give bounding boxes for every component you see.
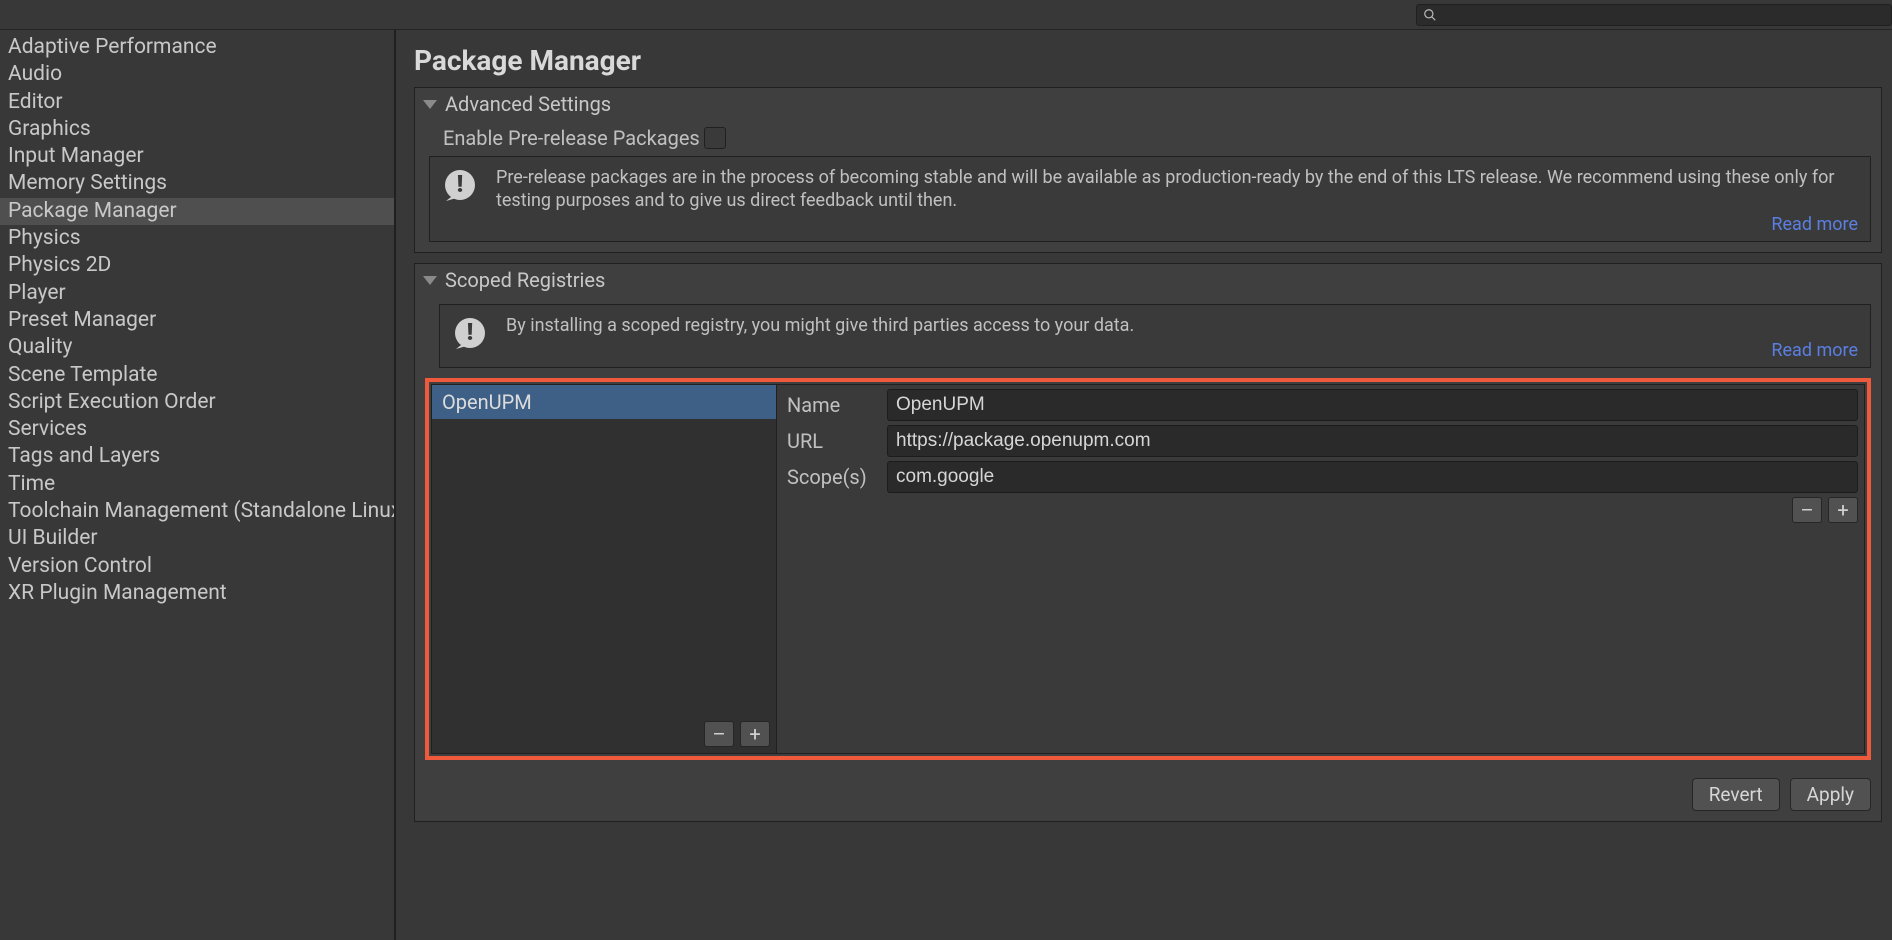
sidebar-item-services[interactable]: Services <box>0 416 394 443</box>
sidebar-item-player[interactable]: Player <box>0 280 394 307</box>
sidebar-item-audio[interactable]: Audio <box>0 61 394 88</box>
revert-button[interactable]: Revert <box>1692 778 1780 811</box>
sidebar-item-preset-manager[interactable]: Preset Manager <box>0 307 394 334</box>
sidebar-item-adaptive-performance[interactable]: Adaptive Performance <box>0 34 394 61</box>
scoped-registry-editor: OpenUPM – + Name <box>425 378 1871 760</box>
registry-scope-label: Scope(s) <box>787 465 887 489</box>
sidebar-item-script-execution-order[interactable]: Script Execution Order <box>0 389 394 416</box>
top-bar <box>0 0 1892 30</box>
registry-url-input[interactable] <box>887 425 1858 457</box>
search-icon <box>1423 8 1437 22</box>
content-area: Package Manager Advanced Settings Enable… <box>396 30 1892 940</box>
registry-add-button[interactable]: + <box>740 721 770 747</box>
sidebar-item-quality[interactable]: Quality <box>0 334 394 361</box>
sidebar-item-physics[interactable]: Physics <box>0 225 394 252</box>
search-input[interactable] <box>1441 6 1885 24</box>
prerelease-read-more-link[interactable]: Read more <box>496 214 1858 235</box>
scoped-registries-section: Scoped Registries ! By installing a sc <box>414 263 1882 822</box>
registry-list-item[interactable]: OpenUPM <box>432 385 776 419</box>
registry-form: Name URL Scope(s) <box>777 384 1865 754</box>
sidebar-item-physics-2d[interactable]: Physics 2D <box>0 252 394 279</box>
svg-text:!: ! <box>467 318 474 346</box>
sidebar-item-package-manager[interactable]: Package Manager <box>0 198 394 225</box>
settings-sidebar: Adaptive Performance Audio Editor Graphi… <box>0 30 396 940</box>
foldout-icon <box>423 100 437 109</box>
sidebar-item-graphics[interactable]: Graphics <box>0 116 394 143</box>
scoped-read-more-link[interactable]: Read more <box>506 340 1858 361</box>
apply-button[interactable]: Apply <box>1790 778 1871 811</box>
info-icon: ! <box>442 167 482 207</box>
registry-url-label: URL <box>787 429 887 453</box>
prerelease-info-box: ! Pre-release packages are in the proces… <box>429 156 1871 242</box>
scoped-info-text: By installing a scoped registry, you mig… <box>506 315 1858 338</box>
registry-scope-input[interactable] <box>887 461 1858 493</box>
sidebar-item-xr-plugin-management[interactable]: XR Plugin Management <box>0 580 394 607</box>
sidebar-item-ui-builder[interactable]: UI Builder <box>0 525 394 552</box>
svg-text:!: ! <box>457 170 464 198</box>
advanced-settings-title: Advanced Settings <box>445 92 611 116</box>
sidebar-item-time[interactable]: Time <box>0 471 394 498</box>
registry-name-input[interactable] <box>887 389 1858 421</box>
info-icon: ! <box>452 315 492 355</box>
scoped-registries-header[interactable]: Scoped Registries <box>415 264 1881 296</box>
sidebar-item-scene-template[interactable]: Scene Template <box>0 362 394 389</box>
scope-remove-button[interactable]: – <box>1792 497 1822 523</box>
search-field-wrap[interactable] <box>1416 4 1892 26</box>
registry-name-label: Name <box>787 393 887 417</box>
advanced-settings-header[interactable]: Advanced Settings <box>415 88 1881 120</box>
page-title: Package Manager <box>414 44 1892 77</box>
enable-prerelease-label: Enable Pre-release Packages <box>443 126 700 150</box>
sidebar-item-tags-and-layers[interactable]: Tags and Layers <box>0 443 394 470</box>
sidebar-item-toolchain-management[interactable]: Toolchain Management (Standalone Linux) <box>0 498 394 525</box>
scoped-registries-title: Scoped Registries <box>445 268 605 292</box>
sidebar-item-editor[interactable]: Editor <box>0 89 394 116</box>
sidebar-item-memory-settings[interactable]: Memory Settings <box>0 170 394 197</box>
scope-add-button[interactable]: + <box>1828 497 1858 523</box>
registry-remove-button[interactable]: – <box>704 721 734 747</box>
advanced-settings-section: Advanced Settings Enable Pre-release Pac… <box>414 87 1882 253</box>
enable-prerelease-checkbox[interactable] <box>704 127 726 149</box>
sidebar-item-version-control[interactable]: Version Control <box>0 553 394 580</box>
registry-list: OpenUPM – + <box>431 384 777 754</box>
scoped-info-box: ! By installing a scoped registry, you m… <box>439 304 1871 368</box>
foldout-icon <box>423 276 437 285</box>
sidebar-item-input-manager[interactable]: Input Manager <box>0 143 394 170</box>
prerelease-info-text: Pre-release packages are in the process … <box>496 167 1858 212</box>
